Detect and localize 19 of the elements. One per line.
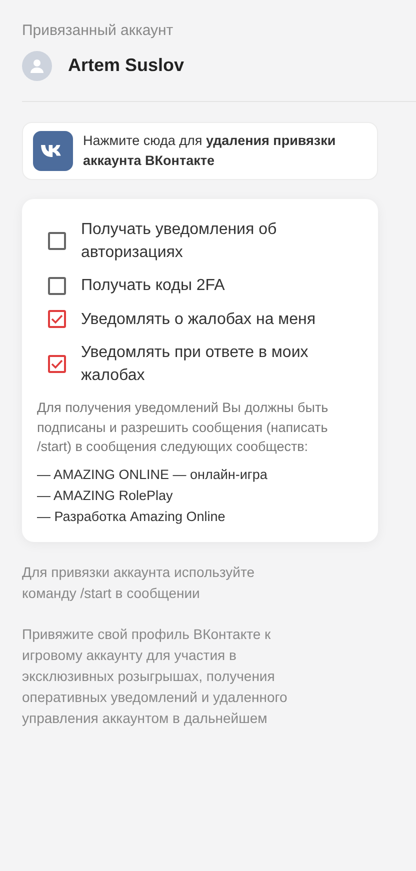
- section-heading: Привязанный аккаунт: [22, 21, 174, 41]
- info-text: Привяжите свой профиль ВКонтакте к игровому аккаунту для участия в эксклюзивных розыгрышах, получения оперативных уведомлений и удаленного управления аккаунтом в дальнейшем: [22, 624, 288, 728]
- avatar-icon: [22, 50, 52, 80]
- community-item: — AMAZING RolePlay: [37, 486, 174, 505]
- checkbox[interactable]: [48, 354, 66, 373]
- option-label: Получать коды 2FA: [81, 276, 225, 296]
- checkbox[interactable]: [48, 232, 66, 250]
- option-label: Уведомлять при ответе в моих жалобах: [81, 342, 310, 386]
- checkbox[interactable]: [48, 276, 66, 295]
- option-label: Получать уведомления об авторизациях: [81, 220, 278, 264]
- notice-text: Для получения уведомлений Вы должны быть подписаны и разрешить сообщения (написать /start) в сообщения следующих сообществ:: [37, 399, 330, 456]
- community-item: — Разработка Amazing Online: [37, 508, 226, 526]
- option-label: Уведомлять о жалобах на меня: [81, 310, 316, 330]
- unlink-vk-button[interactable]: Нажмите сюда для удаления привязки аккаунта ВКонтакте: [22, 122, 378, 180]
- checkbox[interactable]: [48, 310, 66, 328]
- vk-logo-icon: [33, 130, 73, 171]
- info-text: Для привязки аккаунта используйте команду /start в сообщении: [22, 562, 256, 603]
- user-name: Artem Suslov: [68, 54, 184, 77]
- community-item: — AMAZING ONLINE — онлайн-игра: [37, 466, 268, 484]
